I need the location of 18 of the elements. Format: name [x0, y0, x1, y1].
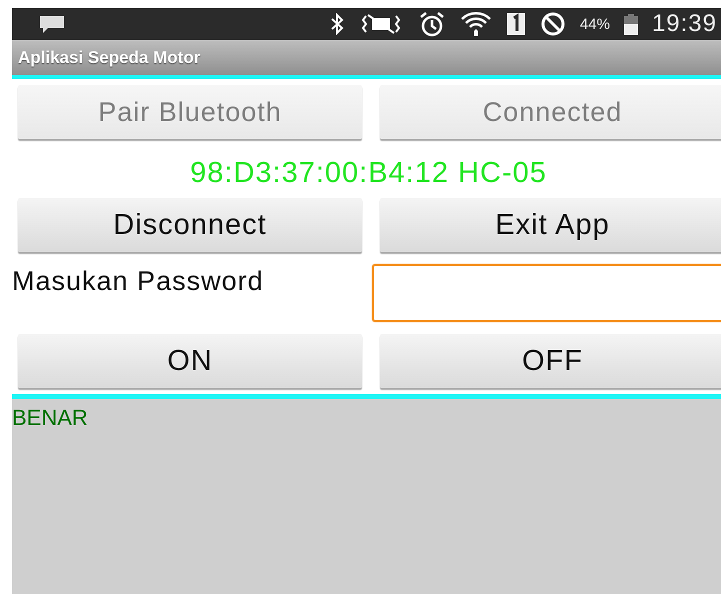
app-button[interactable]: Exit App	[380, 198, 721, 252]
app-button[interactable]: OFF	[380, 334, 721, 388]
sim-icon	[506, 12, 526, 36]
chat-icon	[38, 14, 66, 34]
blocked-icon	[540, 11, 566, 37]
wifi-icon	[460, 11, 492, 37]
password-field[interactable]	[372, 264, 721, 322]
battery-icon	[624, 13, 638, 35]
alarm-icon	[418, 11, 446, 37]
app-title: Aplikasi Sepeda Motor	[18, 48, 200, 68]
app-button[interactable]: Disconnect	[18, 198, 362, 252]
password-label: Masukan Password	[12, 266, 265, 297]
output-text: BENAR	[12, 405, 88, 430]
status-time: 19:39	[652, 10, 717, 38]
device-address: 98:D3:37:00:B4:12 HC-05	[189, 157, 548, 190]
app-button[interactable]: ON	[18, 334, 362, 388]
bluetooth-icon	[330, 13, 344, 35]
battery-percent: 44%	[580, 16, 610, 32]
